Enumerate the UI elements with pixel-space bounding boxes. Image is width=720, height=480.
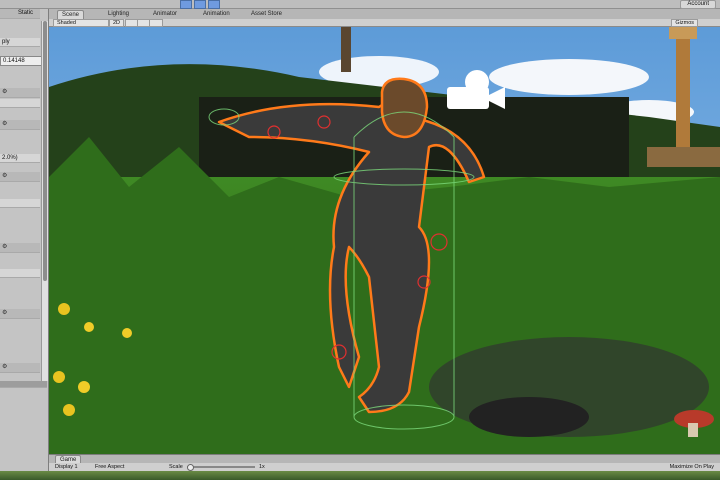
- scale-slider[interactable]: [187, 466, 255, 468]
- inspector-header: Static: [0, 9, 40, 19]
- inspector-scroll-thumb[interactable]: [43, 21, 47, 281]
- game-view-preview: [0, 471, 720, 480]
- inspector-row: [0, 269, 40, 278]
- scale-tool-icon[interactable]: [208, 0, 220, 9]
- inspector-panel: Static ply 0.14148 ⚙ ⚙ 2.0%) ⚙ ⚙ ⚙ ⚙: [0, 9, 49, 471]
- gear-icon[interactable]: ⚙: [2, 120, 8, 126]
- tab-scene[interactable]: Scene: [57, 10, 85, 19]
- top-toolbar: Account: [0, 0, 720, 9]
- tab-animator[interactable]: Animator: [149, 10, 181, 18]
- scale-label: Scale: [169, 464, 183, 470]
- maximize-on-play-toggle[interactable]: Maximize On Play: [670, 464, 714, 470]
- scene-toolbar: Shaded 2D Gizmos: [49, 19, 720, 27]
- effects-toggle-icon[interactable]: [149, 19, 163, 27]
- tab-lighting[interactable]: Lighting: [104, 10, 133, 18]
- gear-icon[interactable]: ⚙: [2, 363, 8, 369]
- static-toggle[interactable]: Static: [18, 9, 33, 17]
- 2d-toggle[interactable]: 2D: [109, 19, 125, 27]
- inspector-row: [0, 199, 40, 208]
- component-header[interactable]: ⚙: [0, 309, 40, 319]
- tab-animation[interactable]: Animation: [199, 10, 234, 18]
- component-header[interactable]: ⚙: [0, 243, 40, 253]
- shading-mode-dropdown[interactable]: Shaded: [53, 19, 109, 27]
- scene-render: [49, 27, 720, 454]
- gear-icon[interactable]: ⚙: [2, 243, 8, 249]
- inspector-field[interactable]: 0.14148: [0, 56, 42, 66]
- gear-icon[interactable]: ⚙: [2, 172, 8, 178]
- scene-viewport[interactable]: [49, 27, 720, 454]
- inspector-row: 2.0%): [0, 154, 40, 163]
- display-dropdown[interactable]: Display 1: [55, 464, 78, 470]
- inspector-row: [0, 99, 40, 108]
- inspector-row: ply: [0, 38, 40, 47]
- rotate-tool-icon[interactable]: [194, 0, 206, 9]
- account-button[interactable]: Account: [680, 0, 716, 9]
- inspector-divider: [0, 381, 47, 388]
- scale-value: 1x: [259, 464, 265, 470]
- gizmos-dropdown[interactable]: Gizmos: [671, 19, 698, 27]
- move-tool-icon[interactable]: [180, 0, 192, 9]
- scale-slider-thumb[interactable]: [187, 464, 194, 471]
- tab-asset-store[interactable]: Asset Store: [247, 10, 286, 18]
- aspect-dropdown[interactable]: Free Aspect: [95, 464, 124, 470]
- component-header[interactable]: ⚙: [0, 172, 40, 182]
- gear-icon[interactable]: ⚙: [2, 309, 8, 315]
- component-header[interactable]: ⚙: [0, 88, 40, 98]
- component-header[interactable]: ⚙: [0, 120, 40, 130]
- gear-icon[interactable]: ⚙: [2, 88, 8, 94]
- inspector-scrollbar[interactable]: [41, 21, 48, 381]
- component-header[interactable]: ⚙: [0, 363, 40, 373]
